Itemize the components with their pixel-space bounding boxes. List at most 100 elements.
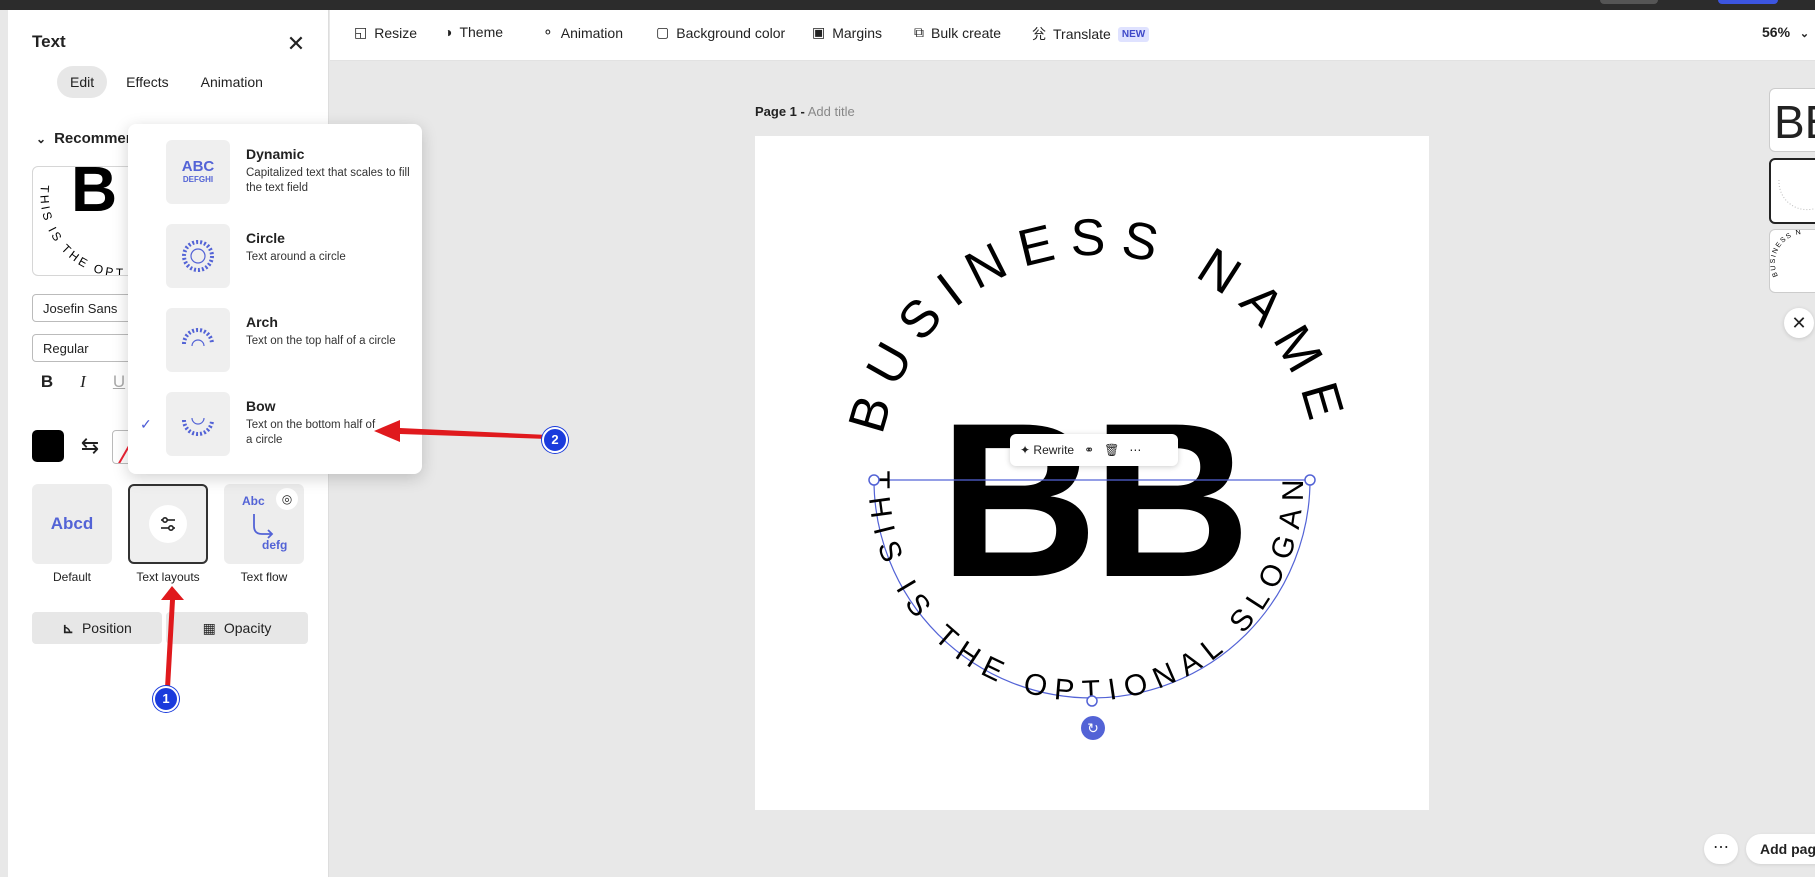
layout-option-arch[interactable]: Arch Text on the top half of a circle xyxy=(128,308,422,380)
translate-label: Translate xyxy=(1053,26,1111,42)
new-badge: NEW xyxy=(1117,26,1150,42)
option-name: Bow xyxy=(246,398,276,414)
layout-text-flow[interactable]: Abc defg ◎ xyxy=(224,484,304,564)
link-icon[interactable]: ⚭ xyxy=(1084,443,1094,457)
annotation-badge-2: 2 xyxy=(542,427,568,453)
option-desc: Text on the top half of a circle xyxy=(246,335,396,347)
close-icon[interactable]: ✕ xyxy=(284,32,308,56)
check-icon: ✓ xyxy=(140,416,152,432)
more-icon: ⋯ xyxy=(1713,839,1729,856)
margins-button[interactable]: ▣ Margins xyxy=(812,24,882,41)
theme-button[interactable]: ◑ Theme xyxy=(444,24,503,40)
palette-icon: ◑ xyxy=(444,24,453,40)
animation-icon: ⚬ xyxy=(542,24,554,40)
page-number-label: Page 1 - xyxy=(755,104,805,119)
opacity-button[interactable]: ▦ Opacity xyxy=(166,612,308,644)
top-bar-accent-pill xyxy=(1718,0,1778,4)
checkerboard-icon: ▦ xyxy=(202,619,216,636)
option-name: Dynamic xyxy=(246,146,305,162)
top-bar-pill xyxy=(1600,0,1658,4)
translate-icon: 兊 xyxy=(1032,26,1046,42)
svg-text:BUSINESS N: BUSINESS N xyxy=(1770,230,1803,278)
resize-handle-right[interactable] xyxy=(1304,474,1316,486)
margins-label: Margins xyxy=(832,24,883,41)
layout-default-label: Default xyxy=(52,570,92,584)
flow-sample-bottom: defg xyxy=(262,538,288,552)
animation-label: Animation xyxy=(560,24,623,41)
bow-thumb xyxy=(166,392,230,456)
more-icon[interactable]: ⋯ xyxy=(1129,443,1141,457)
option-desc: Text around a circle xyxy=(246,251,346,263)
theme-label: Theme xyxy=(459,24,504,40)
option-name: Circle xyxy=(246,230,285,246)
option-name: Arch xyxy=(246,314,278,330)
bulk-create-icon: ⧉ xyxy=(914,24,924,40)
design-canvas[interactable]: BUSINESS NAME BB THIS IS THE OPTIONAL SL… xyxy=(755,136,1429,810)
add-title-link[interactable]: Add title xyxy=(808,104,855,119)
position-label: Position xyxy=(81,620,132,636)
panel-title: Text xyxy=(32,32,66,51)
annotation-badge-1: 1 xyxy=(153,686,179,712)
position-button[interactable]: ⊾ Position xyxy=(32,612,162,644)
resize-button[interactable]: ◱ Resize xyxy=(354,24,417,41)
rewrite-button[interactable]: ✦ Rewrite xyxy=(1020,443,1074,457)
option-desc: Capitalized text that scales to fill the… xyxy=(246,167,410,194)
tab-animation[interactable]: Animation xyxy=(188,66,276,98)
opacity-label: Opacity xyxy=(223,620,272,636)
swap-colors-icon[interactable]: ⇆ xyxy=(76,430,104,462)
sliders-icon xyxy=(149,505,187,543)
thumb-1-text: BB xyxy=(1774,96,1815,148)
layout-text-flow-label: Text flow xyxy=(240,570,288,584)
checkbox-square-icon: ▢ xyxy=(656,24,670,40)
resize-handle-bottom[interactable] xyxy=(1086,695,1098,707)
close-thumbnails-icon[interactable]: ✕ xyxy=(1784,308,1814,338)
page-thumbnail-2[interactable] xyxy=(1769,158,1815,224)
chevron-down-icon: ⌄ xyxy=(36,132,47,146)
resize-label: Resize xyxy=(374,24,418,41)
dynamic-thumb: ABC DEFGHI xyxy=(166,140,230,204)
trash-icon[interactable]: 🗑 xyxy=(1104,443,1119,457)
monogram-text[interactable]: BB xyxy=(939,377,1251,623)
margins-icon: ▣ xyxy=(812,24,826,40)
background-color-button[interactable]: ▢ Background color xyxy=(656,24,785,41)
rewrite-label: Rewrite xyxy=(1033,443,1075,457)
page-thumbnail-1[interactable]: BB xyxy=(1769,88,1815,152)
layout-text-layouts[interactable] xyxy=(128,484,208,564)
translate-button[interactable]: 兊 Translate NEW xyxy=(1032,24,1150,44)
text-color-swatch[interactable] xyxy=(32,430,64,462)
text-layouts-menu: ABC DEFGHI Dynamic Capitalized text that… xyxy=(128,124,422,474)
thumb-2-arc xyxy=(1778,179,1815,211)
page-thumbnail-3[interactable]: BUSINESS N xyxy=(1769,229,1815,293)
window-top-bar xyxy=(0,0,1815,10)
context-toolbar: ✦ Rewrite ⚭ 🗑 ⋯ xyxy=(1010,434,1178,466)
layout-default[interactable]: Abcd xyxy=(32,484,112,564)
preview-letter: B xyxy=(71,167,117,225)
thumb-3-graphic: BUSINESS N xyxy=(1770,230,1803,278)
option-desc: Text on the bottom half of a circle xyxy=(246,419,376,446)
rotate-handle-icon[interactable]: ↻ xyxy=(1081,716,1105,740)
flow-sample-top: Abc xyxy=(242,494,265,508)
zoom-select[interactable]: 56% ⌄ xyxy=(1762,24,1809,40)
arch-thumb xyxy=(166,308,230,372)
italic-button[interactable]: I xyxy=(70,372,96,392)
lightbulb-icon: ◎ xyxy=(276,488,298,510)
layout-option-bow[interactable]: ✓ Bow Text on the bottom half of a circl… xyxy=(128,392,422,464)
chevron-down-icon: ⌄ xyxy=(1799,28,1810,40)
top-toolbar: ◱ Resize ◑ Theme ⚬ Animation ▢ Background co… xyxy=(330,10,1815,61)
bulk-create-label: Bulk create xyxy=(931,24,1002,41)
add-page-button[interactable]: Add page xyxy=(1746,834,1815,864)
layout-option-dynamic[interactable]: ABC DEFGHI Dynamic Capitalized text that… xyxy=(128,140,422,212)
resize-handle-left[interactable] xyxy=(868,474,880,486)
tab-edit[interactable]: Edit xyxy=(57,66,108,98)
bulk-create-button[interactable]: ⧉ Bulk create xyxy=(914,24,1001,41)
animation-button[interactable]: ⚬ Animation xyxy=(542,24,623,41)
layout-option-circle[interactable]: Circle Text around a circle xyxy=(128,224,422,296)
more-options-button[interactable]: ⋯ xyxy=(1704,834,1738,864)
magic-wand-icon: ✦ xyxy=(1020,443,1031,457)
bold-button[interactable]: B xyxy=(34,372,60,392)
align-left-icon: ⊾ xyxy=(62,619,74,636)
zoom-value: 56% xyxy=(1762,24,1791,40)
dynamic-thumb-bottom: DEFGHI xyxy=(182,175,214,184)
page-title: Page 1 - Add title xyxy=(755,104,855,119)
tab-effects[interactable]: Effects xyxy=(113,66,182,98)
